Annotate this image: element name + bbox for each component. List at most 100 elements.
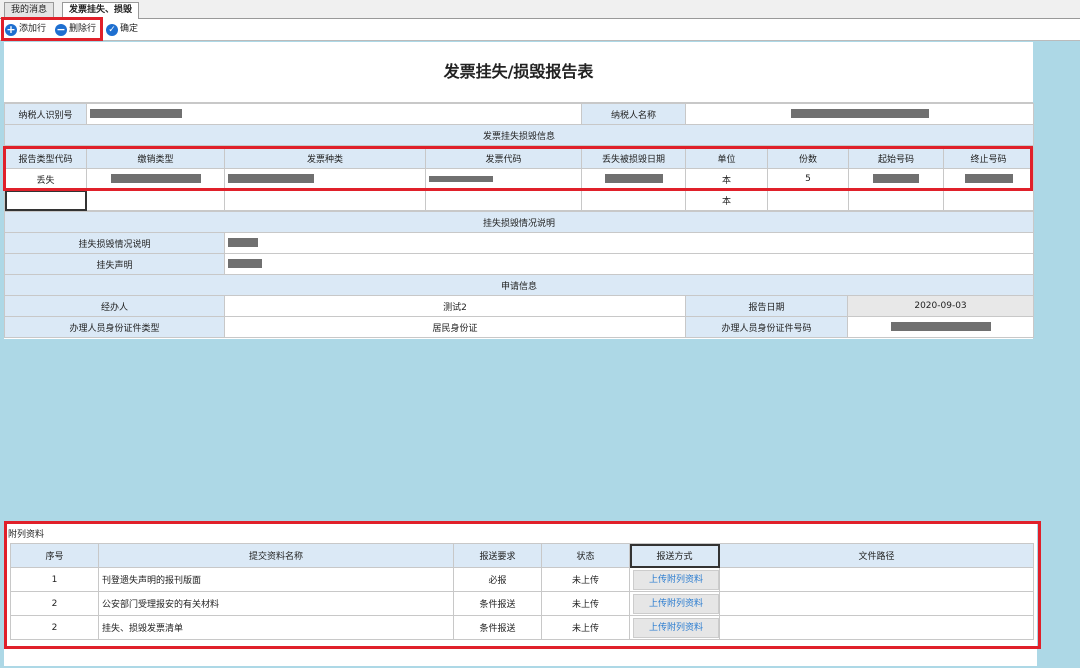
status-cell: 未上传 bbox=[541, 591, 630, 616]
material-name-cell: 公安部门受理报安的有关材料 bbox=[98, 591, 454, 616]
col-requirement: 报送要求 bbox=[453, 543, 542, 568]
start-number-cell[interactable] bbox=[848, 168, 944, 190]
invoice-kind-cell[interactable] bbox=[224, 168, 426, 190]
id-number-field[interactable] bbox=[846, 316, 1035, 338]
material-name-cell: 挂失、损毁发票清单 bbox=[98, 615, 454, 640]
requirement-cell: 必报 bbox=[453, 567, 542, 592]
confirm-button[interactable]: ✓ 确定 bbox=[106, 22, 138, 37]
taxpayer-id-label: 纳税人识别号 bbox=[4, 103, 87, 125]
delete-row-button[interactable]: − 删除行 bbox=[55, 22, 96, 37]
explain-table: 挂失损毁情况说明 挂失损毁情况说明 挂失声明 申请信息 经办人 测试2 报告日期… bbox=[3, 211, 1035, 338]
redacted-mask bbox=[890, 322, 991, 331]
file-path-cell bbox=[719, 615, 1034, 640]
page-title: 发票挂失/损毁报告表 bbox=[4, 42, 1033, 103]
seq-cell: 1 bbox=[10, 567, 99, 592]
delete-row-label: 删除行 bbox=[69, 24, 97, 34]
col-status: 状态 bbox=[541, 543, 630, 568]
upload-attachment-button[interactable]: 上传附列资料 bbox=[633, 593, 719, 614]
col-end-number: 终止号码 bbox=[943, 147, 1034, 169]
redacted-mask bbox=[790, 109, 929, 118]
col-submit-method: 报送方式 bbox=[629, 543, 720, 568]
taxpayer-name-label: 纳税人名称 bbox=[581, 103, 686, 125]
col-invoice-kind: 发票种类 bbox=[224, 147, 426, 169]
count-cell[interactable]: 5 bbox=[767, 168, 849, 190]
material-name-cell: 刊登遗失声明的报刊版面 bbox=[98, 567, 454, 592]
upload-attachment-button[interactable]: 上传附列资料 bbox=[633, 617, 719, 638]
end-number-cell[interactable] bbox=[943, 168, 1034, 190]
report-type-cell[interactable] bbox=[4, 189, 87, 211]
file-path-cell bbox=[719, 591, 1034, 616]
invoice-kind-cell[interactable] bbox=[224, 189, 426, 211]
col-cancel-type: 缴销类型 bbox=[86, 147, 225, 169]
confirm-label: 确定 bbox=[120, 24, 139, 34]
table-row[interactable]: 丢失 本 5 bbox=[4, 168, 1034, 190]
section-apply-header: 申请信息 bbox=[3, 274, 1035, 296]
cancel-type-cell[interactable] bbox=[86, 189, 225, 211]
redacted-mask bbox=[90, 109, 182, 118]
submit-method-cell: 上传附列资料 bbox=[629, 591, 720, 616]
report-date-label: 报告日期 bbox=[685, 295, 848, 317]
table-row[interactable]: 本 bbox=[4, 189, 1034, 211]
redacted-mask bbox=[873, 174, 919, 183]
section-invoice-header: 发票挂失损毁信息 bbox=[4, 124, 1034, 146]
file-path-cell bbox=[719, 567, 1034, 592]
seq-cell: 2 bbox=[10, 615, 99, 640]
statement-label: 挂失声明 bbox=[4, 253, 225, 275]
handler-value[interactable]: 测试2 bbox=[224, 295, 686, 317]
redacted-mask bbox=[964, 174, 1013, 183]
end-number-cell[interactable] bbox=[943, 189, 1034, 211]
taxpayer-id-field[interactable] bbox=[86, 103, 582, 125]
statement-field[interactable] bbox=[223, 253, 1035, 275]
taxpayer-name-field[interactable] bbox=[685, 103, 1034, 125]
tab-invoice-loss[interactable]: 发票挂失、损毁 bbox=[62, 2, 140, 19]
loss-date-cell[interactable] bbox=[581, 168, 686, 190]
section-explain-header: 挂失损毁情况说明 bbox=[3, 211, 1035, 233]
requirement-cell: 条件报送 bbox=[453, 591, 542, 616]
add-row-label: 添加行 bbox=[19, 24, 47, 34]
col-report-type: 报告类型代码 bbox=[4, 147, 87, 169]
upload-attachment-button[interactable]: 上传附列资料 bbox=[633, 569, 719, 590]
redacted-mask bbox=[604, 174, 663, 183]
cancel-type-cell[interactable] bbox=[86, 168, 225, 190]
submit-method-cell: 上传附列资料 bbox=[629, 567, 720, 592]
table-row: 1 刊登遗失声明的报刊版面 必报 未上传 上传附列资料 bbox=[10, 567, 1034, 592]
id-type-value[interactable]: 居民身份证 bbox=[224, 316, 686, 338]
col-start-number: 起始号码 bbox=[848, 147, 944, 169]
start-number-cell[interactable] bbox=[848, 189, 944, 211]
redacted-mask bbox=[228, 174, 314, 183]
table-row: 2 挂失、损毁发票清单 条件报送 未上传 上传附列资料 bbox=[10, 615, 1034, 640]
tab-bar: 我的消息 发票挂失、损毁 bbox=[0, 0, 1080, 19]
unit-cell[interactable]: 本 bbox=[685, 168, 768, 190]
report-date-value: 2020-09-03 bbox=[846, 295, 1035, 317]
redacted-mask bbox=[228, 259, 262, 268]
check-circle-icon: ✓ bbox=[106, 23, 118, 36]
tab-my-messages[interactable]: 我的消息 bbox=[4, 2, 55, 18]
invoice-code-cell[interactable] bbox=[425, 168, 582, 190]
col-file-path: 文件路径 bbox=[719, 543, 1034, 568]
redacted-mask bbox=[429, 175, 493, 182]
count-cell[interactable] bbox=[767, 189, 849, 211]
attachments-panel: 附列资料 序号 提交资料名称 报送要求 状态 报送方式 文件路径 1 刊登遗失声… bbox=[4, 523, 1037, 666]
unit-cell[interactable]: 本 bbox=[685, 189, 768, 211]
col-material-name: 提交资料名称 bbox=[98, 543, 454, 568]
taxpayer-table: 纳税人识别号 纳税人名称 发票挂失损毁信息 bbox=[4, 103, 1034, 146]
col-unit: 单位 bbox=[685, 147, 768, 169]
loss-date-cell[interactable] bbox=[581, 189, 686, 211]
col-invoice-code: 发票代码 bbox=[425, 147, 582, 169]
add-row-button[interactable]: + 添加行 bbox=[5, 22, 46, 37]
col-loss-date: 丢失被损毁日期 bbox=[581, 147, 686, 169]
minus-circle-icon: − bbox=[55, 22, 67, 36]
explain-label: 挂失损毁情况说明 bbox=[4, 232, 225, 254]
attachments-table: 序号 提交资料名称 报送要求 状态 报送方式 文件路径 1 刊登遗失声明的报刊版… bbox=[10, 543, 1034, 640]
requirement-cell: 条件报送 bbox=[453, 615, 542, 640]
toolbar: + 添加行 − 删除行 ✓ 确定 bbox=[0, 19, 1080, 41]
handler-label: 经办人 bbox=[4, 295, 225, 317]
explain-field[interactable] bbox=[223, 232, 1035, 254]
col-count: 份数 bbox=[767, 147, 849, 169]
report-type-cell[interactable]: 丢失 bbox=[4, 168, 87, 190]
id-number-label: 办理人员身份证件号码 bbox=[685, 316, 848, 338]
table-row: 2 公安部门受理报安的有关材料 条件报送 未上传 上传附列资料 bbox=[10, 591, 1034, 616]
col-seq: 序号 bbox=[10, 543, 99, 568]
invoice-code-cell[interactable] bbox=[425, 189, 582, 211]
id-type-label: 办理人员身份证件类型 bbox=[4, 316, 225, 338]
